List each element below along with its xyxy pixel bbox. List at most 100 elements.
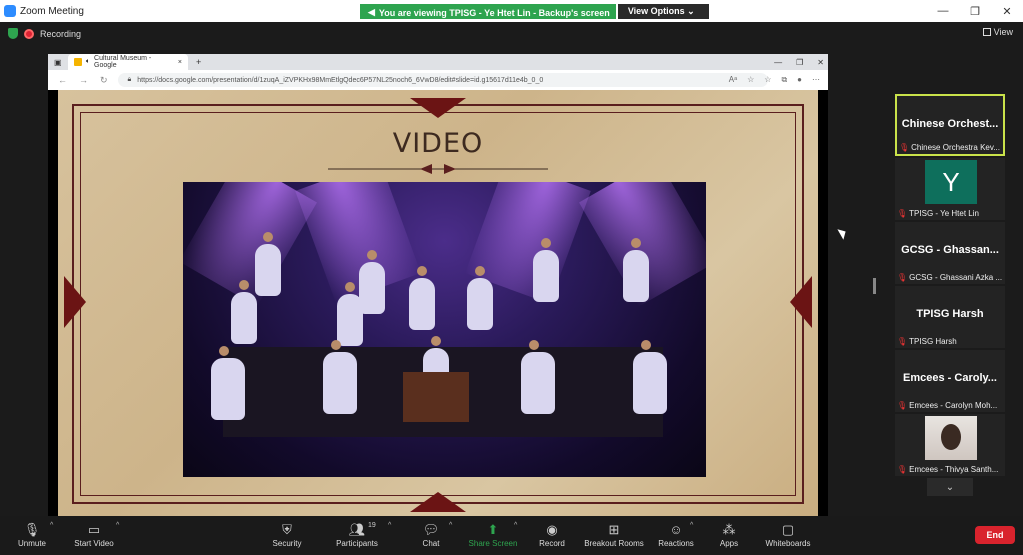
orchestra-video[interactable]: [183, 182, 706, 477]
apps-button[interactable]: ⁂ Apps: [716, 516, 742, 555]
viewing-indicator: ◀ You are viewing TPISG - Ye Htet Lin - …: [360, 4, 616, 19]
musician: [409, 266, 435, 330]
slides-favicon-icon: [74, 58, 82, 66]
apps-icon: ⁂: [722, 522, 736, 537]
chevron-down-icon: ⌄: [687, 6, 695, 16]
ornament-right: [790, 276, 812, 328]
favorite-icon[interactable]: ☆: [747, 75, 754, 85]
unmute-label: Unmute: [17, 539, 46, 548]
chat-chevron-icon[interactable]: ^: [449, 522, 452, 529]
close-button[interactable]: ✕: [991, 0, 1023, 22]
whiteboards-button[interactable]: ▢ Whiteboards: [762, 516, 814, 555]
browser-tab[interactable]: 🔈︎ Cultural Museum - Google ×: [68, 54, 188, 70]
grid-icon: [982, 28, 991, 36]
window-title: Zoom Meeting: [20, 5, 84, 17]
browser-nav: ← → ↻: [58, 75, 108, 86]
participant-label: 🎙︎ TPISG Harsh: [897, 337, 1003, 346]
musician: [337, 282, 363, 346]
view-options-button[interactable]: View Options ⌄: [617, 4, 709, 19]
browser-close-button[interactable]: ✕: [817, 58, 824, 67]
view-options-label: View Options: [627, 6, 685, 16]
whiteboards-label: Whiteboards: [765, 539, 811, 548]
collections-icon[interactable]: ⧉: [781, 75, 787, 85]
favorites-list-icon[interactable]: ☆: [764, 75, 771, 85]
browser-window-controls: — ❐ ✕: [774, 54, 824, 70]
url-text: https://docs.google.com/presentation/d/1…: [137, 76, 544, 84]
back-icon[interactable]: ←: [58, 75, 67, 86]
avatar: Y: [925, 160, 977, 204]
maximize-button[interactable]: ❐: [959, 0, 991, 22]
profile-icon[interactable]: ●: [797, 75, 802, 85]
view-label: View: [993, 27, 1013, 37]
more-menu-icon[interactable]: ⋯: [812, 75, 820, 85]
stage-light: [183, 182, 317, 307]
view-button[interactable]: View: [982, 27, 1013, 37]
participant-tile[interactable]: Y 🎙︎ TPISG - Ye Htet Lin: [895, 158, 1005, 220]
record-label: Record: [539, 539, 565, 548]
participant-tile[interactable]: TPISG Harsh 🎙︎ TPISG Harsh: [895, 286, 1005, 348]
participant-display-name: TPISG Harsh: [916, 308, 984, 320]
shield-icon: ⛨: [282, 522, 292, 537]
encryption-shield-icon[interactable]: [8, 28, 18, 39]
browser-maximize-button[interactable]: ❐: [796, 58, 803, 67]
share-screen-button[interactable]: ⬆ Share Screen: [468, 516, 518, 555]
participant-display-name: GCSG - Ghassan...: [901, 244, 999, 256]
resize-handle[interactable]: [873, 278, 876, 294]
meeting-toolbar: 🎙︎ Unmute ^ ▭ Start Video ^ ⛨ Security 👥…: [0, 516, 1023, 555]
security-button[interactable]: ⛨ Security: [270, 516, 304, 555]
chat-button[interactable]: 💬︎ Chat: [420, 516, 442, 555]
record-button[interactable]: ◉ Record: [538, 516, 566, 555]
participant-tile[interactable]: 🎙︎ Emcees - Thivya Santh...: [895, 414, 1005, 476]
unmute-button[interactable]: 🎙︎ Unmute: [14, 516, 50, 555]
breakout-rooms-button[interactable]: ⊞ Breakout Rooms: [584, 516, 644, 555]
muted-mic-icon: 🎙︎: [23, 522, 41, 537]
meeting-area: Recording View ▣ 🔈︎ Cultural Museum - Go…: [0, 22, 1023, 518]
participant-gallery: Chinese Orchest... 🎙︎ Chinese Orchestra …: [895, 94, 1007, 496]
gallery-scroll-down-button[interactable]: ⌄: [927, 478, 973, 496]
forward-icon[interactable]: →: [79, 75, 88, 86]
participants-count: 19: [368, 522, 376, 529]
status-bar: Recording: [8, 28, 81, 39]
end-meeting-button[interactable]: End: [975, 526, 1015, 544]
reload-icon[interactable]: ↻: [100, 75, 108, 86]
musician: [255, 232, 281, 296]
musician: [467, 266, 493, 330]
slide-title: VIDEO: [392, 128, 484, 159]
viewing-text: You are viewing TPISG - Ye Htet Lin - Ba…: [378, 7, 610, 18]
participants-chevron-icon[interactable]: ^: [388, 522, 391, 529]
participant-name: Emcees - Carolyn Moh...: [909, 401, 998, 410]
new-tab-button[interactable]: +: [196, 57, 201, 67]
tab-actions-icon[interactable]: ▣: [54, 58, 62, 67]
ornament-bottom: [410, 492, 466, 512]
musician: [231, 280, 257, 344]
participant-name: TPISG Harsh: [909, 337, 957, 346]
url-field[interactable]: 🔒︎ https://docs.google.com/presentation/…: [117, 73, 768, 87]
participant-name: Emcees - Thivya Santh...: [909, 465, 999, 474]
start-video-button[interactable]: ▭ Start Video: [72, 516, 116, 555]
reactions-chevron-icon[interactable]: ^: [690, 522, 693, 529]
chat-label: Chat: [422, 539, 440, 548]
video-options-chevron-icon[interactable]: ^: [116, 522, 119, 529]
musician: [521, 340, 555, 414]
participant-tile[interactable]: Emcees - Caroly... 🎙︎ Emcees - Carolyn M…: [895, 350, 1005, 412]
read-aloud-icon[interactable]: Aᵃ: [729, 75, 737, 85]
browser-address-bar: ← → ↻ 🔒︎ https://docs.google.com/present…: [48, 70, 828, 90]
breakout-rooms-label: Breakout Rooms: [584, 539, 644, 548]
title-divider-ornament: [328, 164, 548, 174]
participant-tile[interactable]: GCSG - Ghassan... 🎙︎ GCSG - Ghassani Azk…: [895, 222, 1005, 284]
record-icon: ◉: [546, 522, 558, 537]
participant-tile[interactable]: Chinese Orchest... 🎙︎ Chinese Orchestra …: [895, 94, 1005, 156]
whiteboard-icon: ▢: [781, 522, 795, 537]
audio-options-chevron-icon[interactable]: ^: [50, 522, 53, 529]
participant-name: Chinese Orchestra Kev...: [911, 143, 1000, 152]
start-video-label: Start Video: [74, 539, 114, 548]
share-chevron-icon[interactable]: ^: [514, 522, 517, 529]
mic-muted-icon: 🎙︎: [897, 273, 908, 282]
minimize-button[interactable]: —: [927, 0, 959, 22]
share-screen-icon: ⬆: [487, 522, 499, 537]
mic-muted-icon: 🎙︎: [897, 209, 908, 218]
zoom-app-icon: [4, 5, 16, 17]
browser-minimize-button[interactable]: —: [774, 58, 782, 67]
tab-close-icon[interactable]: ×: [178, 59, 182, 66]
ornament-top: [410, 98, 466, 118]
